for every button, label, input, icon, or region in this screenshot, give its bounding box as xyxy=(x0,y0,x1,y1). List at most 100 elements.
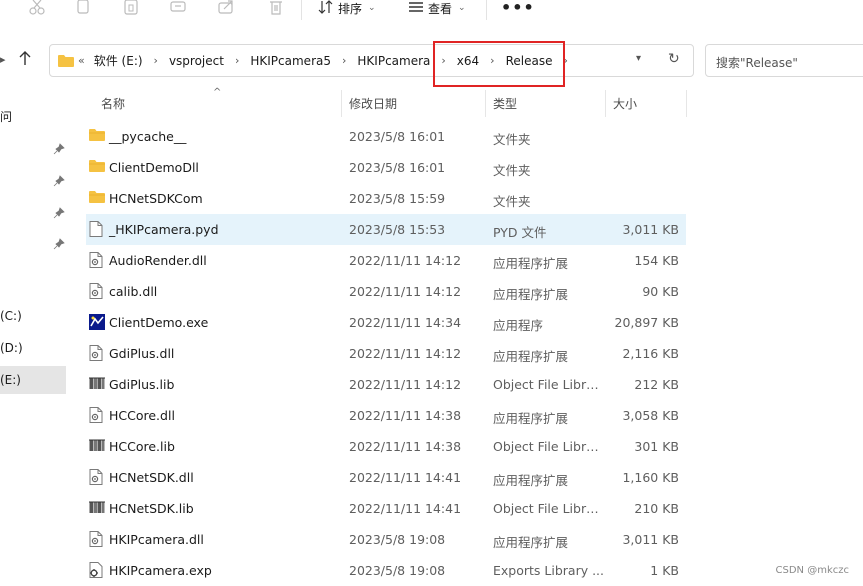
column-divider[interactable] xyxy=(341,90,342,117)
file-list: __pycache__ 2023/5/8 16:01 文件夹 ClientDemoDl… xyxy=(86,121,686,586)
file-row[interactable]: calib.dll 2022/11/11 14:12 应用程序扩展 90 KB xyxy=(86,276,686,307)
file-type: 应用程序 xyxy=(493,318,544,333)
folder-icon xyxy=(89,128,105,144)
pin-icon[interactable] xyxy=(53,207,65,219)
file-name: GdiPlus.lib xyxy=(109,377,175,392)
blank-file-icon xyxy=(89,221,105,237)
copy-icon[interactable] xyxy=(74,0,92,16)
view-icon xyxy=(408,0,424,17)
file-row[interactable]: HCNetSDK.lib 2022/11/11 14:41 Object File … xyxy=(86,493,686,524)
column-divider[interactable] xyxy=(485,90,486,117)
chevron-right-icon[interactable]: › xyxy=(235,54,239,67)
chevron-right-icon[interactable]: › xyxy=(154,54,158,67)
column-divider[interactable] xyxy=(686,90,687,117)
file-type: Exports Library ... xyxy=(493,563,605,578)
breadcrumb-hkipcamera5[interactable]: HKIPcamera5 xyxy=(250,54,331,68)
file-type: PYD 文件 xyxy=(493,225,547,240)
file-row[interactable]: __pycache__ 2023/5/8 16:01 文件夹 xyxy=(86,121,686,152)
dll-file-icon xyxy=(89,407,105,423)
file-modified-date: 2022/11/11 14:12 xyxy=(349,346,462,361)
file-modified-date: 2022/11/11 14:41 xyxy=(349,470,462,485)
search-box[interactable]: 搜索"Release" xyxy=(705,44,863,77)
file-type: 应用程序扩展 xyxy=(493,256,569,271)
up-arrow-icon[interactable] xyxy=(18,50,32,70)
column-header-type[interactable]: 类型 xyxy=(493,95,517,112)
breadcrumb-vsproject[interactable]: vsproject xyxy=(169,54,224,68)
nav-drive-e[interactable]: (E:) xyxy=(0,373,21,387)
rename-icon[interactable] xyxy=(170,0,188,16)
file-modified-date: 2022/11/11 14:34 xyxy=(349,315,462,330)
nav-quick-access[interactable]: 问 xyxy=(0,108,12,125)
file-type: 文件夹 xyxy=(493,163,531,178)
file-row[interactable]: HCNetSDKCom 2023/5/8 15:59 文件夹 xyxy=(86,183,686,214)
cut-icon[interactable] xyxy=(28,0,46,16)
file-size: 154 KB xyxy=(634,253,679,268)
sort-button[interactable]: 排序 ⌄ xyxy=(318,0,376,16)
file-row[interactable]: ClientDemoDll 2023/5/8 16:01 文件夹 xyxy=(86,152,686,183)
nav-drive-c[interactable]: (C:) xyxy=(0,309,22,323)
pin-icon[interactable] xyxy=(53,238,65,250)
more-options-button[interactable]: ••• xyxy=(501,0,535,17)
dll-file-icon xyxy=(89,283,105,299)
file-row[interactable]: HCCore.dll 2022/11/11 14:38 应用程序扩展 3,058 KB xyxy=(86,400,686,431)
dll-file-icon xyxy=(89,469,105,485)
file-row[interactable]: _HKIPcamera.pyd 2023/5/8 15:53 PYD 文件 3,011… xyxy=(86,214,686,245)
file-row[interactable]: AudioRender.dll 2022/11/11 14:12 应用程序扩展 154… xyxy=(86,245,686,276)
file-size: 1,160 KB xyxy=(622,470,679,485)
sort-ascending-icon: ^ xyxy=(213,87,222,98)
file-modified-date: 2022/11/11 14:12 xyxy=(349,253,462,268)
column-header-modified[interactable]: 修改日期 xyxy=(349,95,397,112)
lib-file-icon xyxy=(89,438,105,454)
file-name: HCCore.dll xyxy=(109,408,175,423)
file-size: 1 KB xyxy=(650,563,679,578)
file-size: 3,011 KB xyxy=(622,532,679,547)
paste-icon[interactable] xyxy=(122,0,140,16)
file-name: GdiPlus.dll xyxy=(109,346,175,361)
file-modified-date: 2023/5/8 16:01 xyxy=(349,129,446,144)
pin-icon[interactable] xyxy=(53,143,65,155)
folder-icon xyxy=(89,190,105,206)
address-bar[interactable]: « 软件 (E:) › vsproject › HKIPcamera5 › HK… xyxy=(49,44,694,77)
file-name: HCNetSDK.lib xyxy=(109,501,194,516)
file-name: _HKIPcamera.pyd xyxy=(109,222,219,237)
file-modified-date: 2023/5/8 19:08 xyxy=(349,563,446,578)
view-button[interactable]: 查看 ⌄ xyxy=(408,0,466,16)
nav-drive-d[interactable]: (D:) xyxy=(0,341,23,355)
refresh-icon[interactable]: ↻ xyxy=(668,51,680,67)
forward-arrow-icon[interactable]: ▸ xyxy=(0,53,6,66)
share-icon[interactable] xyxy=(218,0,236,16)
dll-file-icon xyxy=(89,345,105,361)
chevron-right-icon[interactable]: › xyxy=(342,54,346,67)
delete-icon[interactable] xyxy=(267,0,285,16)
lib-file-icon xyxy=(89,376,105,392)
breadcrumb-overflow[interactable]: « xyxy=(78,54,85,67)
file-row[interactable]: ClientDemo.exe 2022/11/11 14:34 应用程序 20,897… xyxy=(86,307,686,338)
toolbar-divider xyxy=(486,0,487,20)
file-name: HKIPcamera.dll xyxy=(109,532,204,547)
breadcrumb-drive[interactable]: 软件 (E:) xyxy=(94,52,143,69)
file-name: __pycache__ xyxy=(109,129,187,144)
file-size: 3,058 KB xyxy=(622,408,679,423)
file-type: 应用程序扩展 xyxy=(493,473,569,488)
column-header-size[interactable]: 大小 xyxy=(613,95,637,112)
file-modified-date: 2022/11/11 14:38 xyxy=(349,439,462,454)
sort-label: 排序 xyxy=(338,1,363,16)
pin-icon[interactable] xyxy=(53,175,65,187)
breadcrumb-hkipcamera[interactable]: HKIPcamera xyxy=(357,54,430,68)
file-row[interactable]: HKIPcamera.dll 2023/5/8 19:08 应用程序扩展 3,011 … xyxy=(86,524,686,555)
column-divider[interactable] xyxy=(605,90,606,117)
file-name: ClientDemoDll xyxy=(109,160,199,175)
file-row[interactable]: HCCore.lib 2022/11/11 14:38 Object File Li… xyxy=(86,431,686,462)
file-row[interactable]: HKIPcamera.exp 2023/5/8 19:08 Exports Libr… xyxy=(86,555,686,586)
file-size: 20,897 KB xyxy=(614,315,679,330)
toolbar-divider xyxy=(301,0,302,20)
file-type: 应用程序扩展 xyxy=(493,535,569,550)
file-row[interactable]: GdiPlus.lib 2022/11/11 14:12 Object File L… xyxy=(86,369,686,400)
watermark: CSDN @mkczc xyxy=(775,565,849,576)
chevron-down-icon[interactable]: ▾ xyxy=(636,53,641,64)
file-row[interactable]: HCNetSDK.dll 2022/11/11 14:41 应用程序扩展 1,160 … xyxy=(86,462,686,493)
lib-file-icon xyxy=(89,500,105,516)
column-header-name[interactable]: 名称 xyxy=(101,95,125,112)
file-row[interactable]: GdiPlus.dll 2022/11/11 14:12 应用程序扩展 2,116 K… xyxy=(86,338,686,369)
file-name: HCCore.lib xyxy=(109,439,175,454)
